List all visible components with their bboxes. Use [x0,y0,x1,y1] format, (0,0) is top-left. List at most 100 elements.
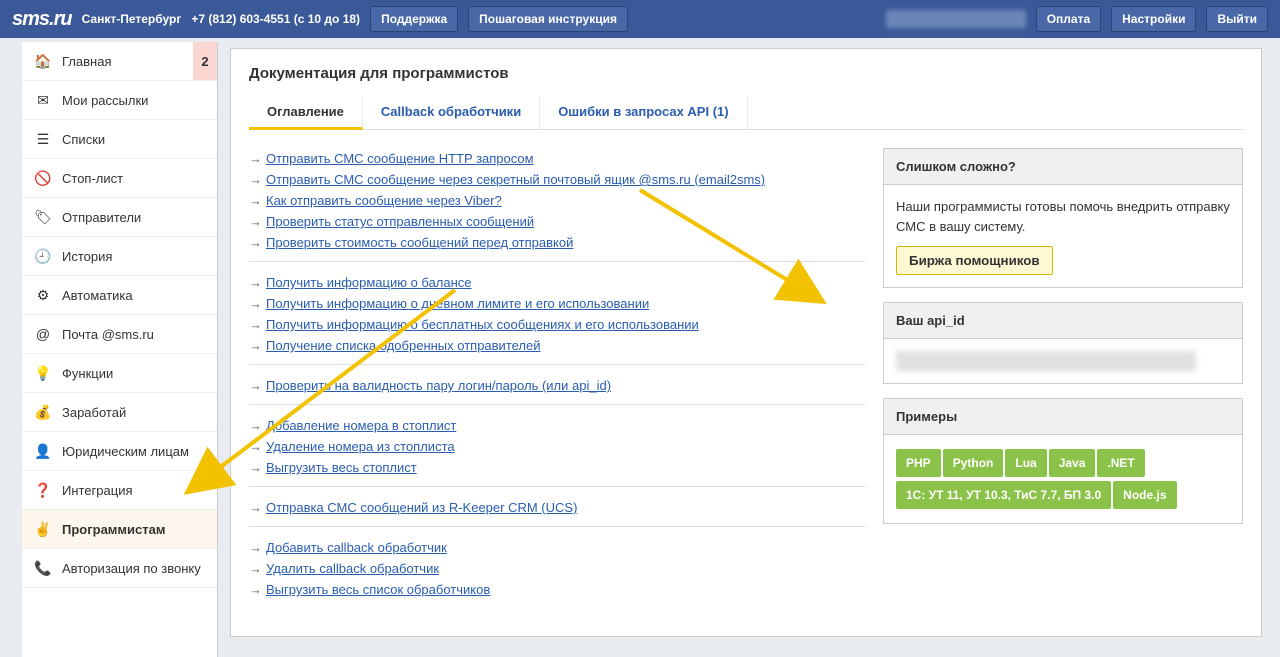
support-button[interactable]: Поддержка [370,6,458,32]
link-group-0: → Отправить СМС сообщение HTTP запросом → О… [249,148,865,262]
sidebar-item-11[interactable]: ❓ Интеграция [22,471,217,510]
link-row: → Добавить callback обработчик [249,537,865,558]
link-row: → Отправка СМС сообщений из R-Keeper CRM … [249,497,865,518]
payment-button[interactable]: Оплата [1036,6,1101,32]
sidebar-item-8[interactable]: 💡 Функции [22,354,217,393]
doc-link[interactable]: Проверить статус отправленных сообщений [266,214,534,229]
arrow-icon: → [249,500,262,515]
settings-button[interactable]: Настройки [1111,6,1196,32]
doc-link[interactable]: Выгрузить весь список обработчиков [266,582,490,597]
nav-icon: ✌ [34,520,52,538]
nav-icon: 💡 [34,364,52,382]
link-row: → Выгрузить весь список обработчиков [249,579,865,600]
arrow-icon: → [249,317,262,332]
sidebar-item-0[interactable]: 🏠Главная2 [22,42,217,81]
doc-link[interactable]: Отправка СМС сообщений из R-Keeper CRM (… [266,500,577,515]
arrow-icon: → [249,582,262,597]
nav-icon: 🚫 [34,169,52,187]
nav-label: Функции [62,366,113,381]
sidebar-item-1[interactable]: ✉ Мои рассылки [22,81,217,120]
sidebar-item-9[interactable]: 💰 Заработай [22,393,217,432]
nav-icon: 📞 [34,559,52,577]
api-id-title: Ваш api_id [884,303,1242,339]
logout-button[interactable]: Выйти [1206,6,1268,32]
arrow-icon: → [249,418,262,433]
doc-link[interactable]: Отправить СМС сообщение через секретный … [266,172,765,187]
example-pill-6[interactable]: Node.js [1113,481,1176,509]
example-pill-1[interactable]: Python [943,449,1004,477]
link-row: → Отправить СМС сообщение HTTP запросом [249,148,865,169]
nav-icon: ❓ [34,481,52,499]
doc-link[interactable]: Получить информацию о балансе [266,275,472,290]
link-row: → Отправить СМС сообщение через секретный… [249,169,865,190]
help-exchange-button[interactable]: Биржа помощников [896,246,1053,275]
link-row: → Как отправить сообщение через Viber? [249,190,865,211]
city-label: Санкт-Петербург [82,12,182,26]
link-group-3: → Добавление номера в стоплист →Удаление н… [249,415,865,487]
doc-link[interactable]: Проверить на валидность пару логин/парол… [266,378,611,393]
doc-link[interactable]: Отправить СМС сообщение HTTP запросом [266,151,534,166]
link-row: → Получение списка одобренных отправителе… [249,335,865,356]
tab-2[interactable]: Ошибки в запросах API (1) [540,96,747,129]
example-pill-2[interactable]: Lua [1005,449,1046,477]
nav-icon: 💰 [34,403,52,421]
sidebar-item-7[interactable]: @ Почта @sms.ru [22,315,217,354]
link-row: →Удаление номера из стоплиста [249,436,865,457]
sidebar-item-12[interactable]: ✌ Программистам [22,510,217,549]
example-pill-5[interactable]: 1С: УТ 11, УТ 10.3, ТиС 7.7, БП 3.0 [896,481,1111,509]
sidebar-item-10[interactable]: 👤Юридическим лицам [22,432,217,471]
doc-link[interactable]: Добавить callback обработчик [266,540,447,555]
arrow-icon: → [249,338,262,353]
guide-button[interactable]: Пошаговая инструкция [468,6,628,32]
nav-icon: 🏷 [34,208,52,226]
arrow-icon: → [249,193,262,208]
nav-label: Мои рассылки [62,93,148,108]
nav-icon: ☰ [34,130,52,148]
main-content: Документация для программистов Оглавлени… [218,38,1280,657]
doc-link[interactable]: Получить информацию о дневном лимите и е… [266,296,649,311]
sidebar-item-2[interactable]: ☰ Списки [22,120,217,159]
nav-icon: 🏠 [34,52,52,70]
sidebar-item-6[interactable]: ⚙Автоматика [22,276,217,315]
arrow-icon: → [249,151,262,166]
nav-icon: ✉ [34,91,52,109]
page-title: Документация для программистов [249,65,1243,82]
nav-label: Интеграция [62,483,133,498]
doc-link[interactable]: Добавление номера в стоплист [266,418,456,433]
example-pill-3[interactable]: Java [1049,449,1096,477]
logo[interactable]: sms.ru [12,8,72,31]
tab-1[interactable]: Callback обработчики [363,96,540,129]
doc-link[interactable]: Удалить callback обработчик [266,561,439,576]
link-row: → Получить информацию о дневном лимите и … [249,293,865,314]
help-box: Слишком сложно? Наши программисты готовы… [883,148,1243,288]
sidebar-item-4[interactable]: 🏷 Отправители [22,198,217,237]
nav-icon: ⚙ [34,286,52,304]
nav-label: История [62,249,112,264]
examples-box: Примеры PHPPythonLuaJava.NET1С: УТ 11, У… [883,398,1243,524]
arrow-icon: → [249,296,262,311]
nav-label: Отправители [62,210,141,225]
arrow-icon: → [249,540,262,555]
doc-link[interactable]: Получить информацию о бесплатных сообщен… [266,317,699,332]
doc-link[interactable]: Проверить стоимость сообщений перед отпр… [266,235,573,250]
nav-label: Заработай [62,405,126,420]
doc-link[interactable]: Получение списка одобренных отправителей [266,338,541,353]
tab-0[interactable]: Оглавление [249,96,363,130]
link-row: → Проверить на валидность пару логин/паро… [249,375,865,396]
nav-label: Авторизация по звонку [62,561,201,576]
nav-icon: @ [34,325,52,343]
nav-label: Списки [62,132,105,147]
example-pill-4[interactable]: .NET [1097,449,1144,477]
nav-label: Программистам [62,522,165,537]
sidebar-item-13[interactable]: 📞 Авторизация по звонку [22,549,217,588]
nav-label: Почта @sms.ru [62,327,154,342]
sidebar-item-5[interactable]: 🕘История [22,237,217,276]
doc-link[interactable]: Выгрузить весь стоплист [266,460,417,475]
arrow-icon: → [249,172,262,187]
sidebar-item-3[interactable]: 🚫Стоп-лист [22,159,217,198]
link-row: →Удалить callback обработчик [249,558,865,579]
doc-link[interactable]: Удаление номера из стоплиста [266,439,455,454]
example-pill-0[interactable]: PHP [896,449,941,477]
arrow-icon: → [249,378,262,393]
doc-link[interactable]: Как отправить сообщение через Viber? [266,193,502,208]
